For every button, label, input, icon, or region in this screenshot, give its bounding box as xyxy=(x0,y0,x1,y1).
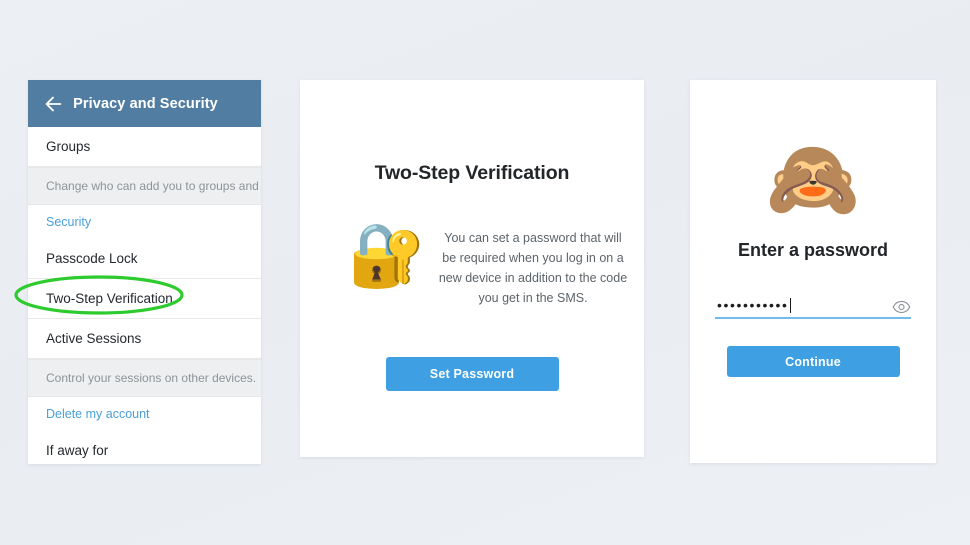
active-sessions-description-label: Control your sessions on other devices. xyxy=(46,371,257,385)
sidebar-item-active-sessions[interactable]: Active Sessions xyxy=(28,319,261,359)
password-input[interactable]: ••••••••••• xyxy=(715,287,911,319)
continue-button[interactable]: Continue xyxy=(726,346,900,377)
back-arrow-icon[interactable] xyxy=(42,93,64,115)
groups-description-label: Change who can add you to groups and cha xyxy=(46,179,261,193)
sidebar-item-if-away-for[interactable]: If away for xyxy=(28,431,261,464)
sidebar-item-label: Passcode Lock xyxy=(46,251,138,266)
page-title: Privacy and Security xyxy=(73,95,218,112)
screenshot-stage: Privacy and Security Groups Change who c… xyxy=(0,0,970,545)
sidebar-item-two-step-verification[interactable]: Two-Step Verification xyxy=(28,279,261,319)
two-step-verification-title: Two-Step Verification xyxy=(374,162,570,184)
two-step-verification-panel: Two-Step Verification 🔐 You can set a pa… xyxy=(300,80,644,457)
set-password-button[interactable]: Set Password xyxy=(385,357,559,391)
see-no-evil-monkey-icon: 🙈 xyxy=(765,137,861,222)
eye-icon[interactable] xyxy=(892,300,911,314)
section-header-label: Security xyxy=(46,215,92,229)
app-bar: Privacy and Security xyxy=(28,80,261,127)
sidebar-item-label: Active Sessions xyxy=(46,331,142,346)
active-sessions-description: Control your sessions on other devices. xyxy=(28,359,261,397)
section-header-label: Delete my account xyxy=(46,407,150,421)
password-masked-text: ••••••••••• xyxy=(717,297,789,313)
sidebar-item-label: Groups xyxy=(46,139,91,154)
section-header-delete-my-account: Delete my account xyxy=(28,397,261,431)
sidebar-item-passcode-lock[interactable]: Passcode Lock xyxy=(28,239,261,279)
password-input-value: ••••••••••• xyxy=(717,297,792,313)
enter-password-title: Enter a password xyxy=(737,240,889,260)
privacy-settings-panel: Privacy and Security Groups Change who c… xyxy=(28,80,261,464)
groups-description: Change who can add you to groups and cha xyxy=(28,167,261,205)
sidebar-item-groups[interactable]: Groups xyxy=(28,127,261,167)
enter-password-panel: 🙈 Enter a password ••••••••••• Continue xyxy=(690,80,936,463)
sidebar-item-label: If away for xyxy=(46,443,109,458)
text-caret xyxy=(789,298,792,313)
section-header-security: Security xyxy=(28,205,261,239)
two-step-verification-description: You can set a password that will be requ… xyxy=(438,230,628,306)
sidebar-item-label: Two-Step Verification xyxy=(46,291,173,306)
two-step-verification-body: 🔐 You can set a password that will be re… xyxy=(300,215,644,335)
